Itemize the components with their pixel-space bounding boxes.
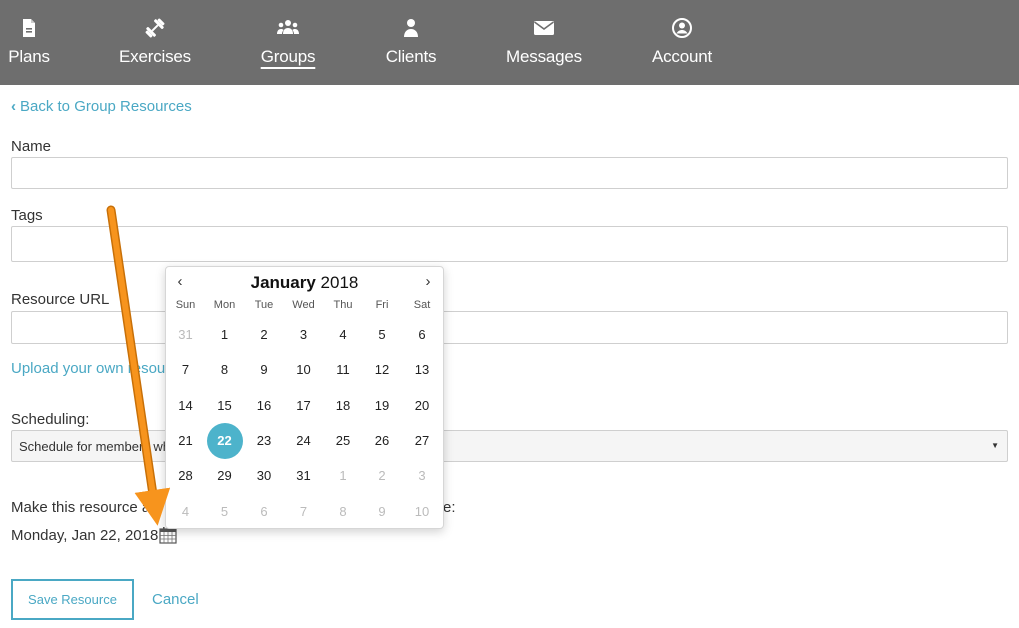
tags-label: Tags: [11, 207, 43, 224]
calendar-day[interactable]: 1: [324, 466, 362, 486]
name-label: Name: [11, 138, 52, 155]
calendar-day[interactable]: 8: [324, 502, 362, 522]
account-circle-icon: [672, 18, 692, 38]
weekday-header: Mon: [213, 299, 236, 311]
resource-url-input[interactable]: [11, 311, 1008, 344]
calendar-day[interactable]: 20: [403, 396, 441, 416]
top-nav-bar: Plans Exercises Groups Clients Messages …: [0, 0, 1019, 85]
chevron-left-icon: ‹: [11, 98, 16, 115]
scheduling-select[interactable]: Schedule for members wh ▼: [11, 430, 1008, 462]
weekday-header: Sat: [413, 299, 431, 311]
weekday-header: Fri: [375, 299, 389, 311]
calendar-day[interactable]: 19: [363, 396, 401, 416]
calendar-day[interactable]: 9: [245, 360, 283, 380]
calendar-day[interactable]: 13: [403, 360, 441, 380]
tags-input[interactable]: [11, 226, 1008, 262]
calendar-day[interactable]: 27: [403, 431, 441, 451]
nav-label: Account: [651, 47, 713, 66]
calendar-day[interactable]: 8: [206, 360, 244, 380]
availability-label-tail: e:: [443, 499, 456, 516]
calendar-day[interactable]: 5: [363, 325, 401, 345]
calendar-day[interactable]: 17: [285, 396, 323, 416]
group-icon: [277, 20, 299, 34]
calendar-day[interactable]: 30: [245, 466, 283, 486]
calendar-day[interactable]: 4: [324, 325, 362, 345]
nav-label: Exercises: [119, 47, 191, 66]
nav-account[interactable]: Account: [648, 0, 716, 85]
datepicker-popup: ‹ › January 2018 Sun Mon Tue Wed Thu Fri Sat 31…: [165, 266, 444, 529]
document-icon: [23, 19, 35, 37]
calendar-day[interactable]: 2: [363, 466, 401, 486]
back-to-group-resources-link[interactable]: ‹ Back to Group Resources: [11, 98, 192, 115]
calendar-day[interactable]: 3: [403, 466, 441, 486]
datepicker-year[interactable]: 2018: [321, 273, 359, 292]
nav-groups[interactable]: Groups: [258, 0, 318, 85]
save-resource-button[interactable]: Save Resource: [11, 579, 134, 620]
envelope-icon: [534, 21, 554, 35]
nav-label: Messages: [506, 47, 582, 66]
nav-exercises[interactable]: Exercises: [118, 0, 192, 85]
calendar-day[interactable]: 6: [245, 502, 283, 522]
calendar-day[interactable]: 5: [206, 502, 244, 522]
datepicker-month[interactable]: January: [251, 273, 316, 292]
dumbbell-icon: [145, 18, 165, 38]
calendar-day[interactable]: 4: [167, 502, 205, 522]
weekday-header: Wed: [292, 299, 315, 311]
calendar-day[interactable]: 15: [206, 396, 244, 416]
calendar-day[interactable]: 16: [245, 396, 283, 416]
calendar-day[interactable]: 7: [167, 360, 205, 380]
weekday-header: Thu: [333, 299, 353, 311]
availability-label: Make this resource av: [11, 499, 158, 516]
dropdown-caret-icon: ▼: [991, 441, 999, 450]
selected-day[interactable]: 22: [206, 431, 244, 451]
scheduling-label: Scheduling:: [11, 411, 90, 428]
availability-date: Monday, Jan 22, 2018: [11, 527, 159, 544]
calendar-day[interactable]: 11: [324, 360, 362, 380]
calendar-day[interactable]: 24: [285, 431, 323, 451]
name-input[interactable]: [11, 157, 1008, 189]
nav-label: Groups: [260, 47, 316, 66]
calendar-day[interactable]: 12: [363, 360, 401, 380]
calendar-day[interactable]: 2: [245, 325, 283, 345]
calendar-day[interactable]: 9: [363, 502, 401, 522]
calendar-day[interactable]: 1: [206, 325, 244, 345]
user-icon: [404, 19, 418, 37]
nav-label: Plans: [8, 47, 50, 66]
calendar-day[interactable]: 14: [167, 396, 205, 416]
calendar-day[interactable]: 3: [285, 325, 323, 345]
calendar-day[interactable]: 18: [324, 396, 362, 416]
calendar-day[interactable]: 6: [403, 325, 441, 345]
calendar-day[interactable]: 21: [167, 431, 205, 451]
calendar-day[interactable]: 7: [285, 502, 323, 522]
cancel-link[interactable]: Cancel: [152, 591, 199, 608]
calendar-day[interactable]: 31: [285, 466, 323, 486]
scheduling-selected-value: Schedule for members wh: [19, 439, 171, 454]
calendar-day[interactable]: 23: [245, 431, 283, 451]
back-link-label: Back to Group Resources: [20, 98, 192, 115]
calendar-day[interactable]: 28: [167, 466, 205, 486]
weekday-header: Sun: [175, 299, 196, 311]
nav-plans[interactable]: Plans: [4, 0, 54, 85]
calendar-day[interactable]: 10: [285, 360, 323, 380]
calendar-day[interactable]: 25: [324, 431, 362, 451]
datepicker-title: January 2018: [166, 273, 443, 293]
resource-url-label: Resource URL: [11, 291, 110, 308]
calendar-day[interactable]: 26: [363, 431, 401, 451]
weekday-header: Tue: [254, 299, 274, 311]
nav-messages[interactable]: Messages: [504, 0, 584, 85]
calendar-day[interactable]: 31: [167, 325, 205, 345]
nav-clients[interactable]: Clients: [383, 0, 439, 85]
nav-label: Clients: [385, 47, 437, 66]
upload-resource-link[interactable]: Upload your own resou: [11, 360, 165, 377]
calendar-day[interactable]: 29: [206, 466, 244, 486]
calendar-day[interactable]: 10: [403, 502, 441, 522]
